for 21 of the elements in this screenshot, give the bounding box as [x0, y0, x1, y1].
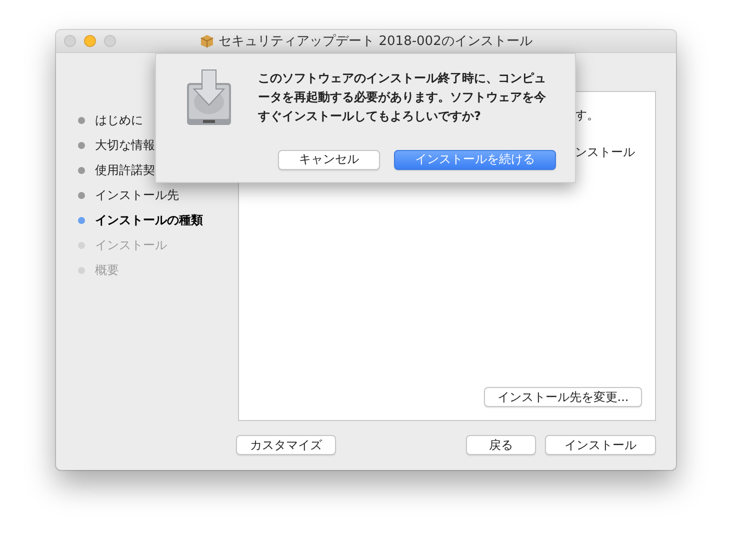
window-title: セキュリティアップデート 2018-002のインストール: [218, 33, 532, 50]
install-button[interactable]: インストール: [545, 435, 656, 455]
step-label: はじめに: [95, 112, 143, 128]
step-label: 大切な情報: [95, 136, 155, 154]
minimize-button[interactable]: [84, 35, 96, 47]
change-location-button[interactable]: インストール先を変更...: [484, 387, 642, 407]
alert-message: このソフトウェアのインストール終了時に、コンピュータを再起動する必要があります。ソフトウェアを今すぐインストールしてもよろしいですか?: [258, 70, 547, 125]
back-button[interactable]: 戻る: [466, 435, 536, 455]
package-icon: [200, 34, 214, 48]
customize-button[interactable]: カスタマイズ: [236, 435, 336, 455]
content-text: ンストール: [575, 144, 635, 161]
drive-download-icon: [186, 69, 232, 127]
content-text: す。: [575, 107, 599, 124]
step-label: インストール先: [95, 186, 179, 204]
step-label: 使用許諾契: [95, 162, 155, 178]
step-label: インストールの種類: [95, 212, 203, 228]
close-button[interactable]: [64, 35, 76, 47]
step-label: インストール: [95, 236, 167, 254]
zoom-button[interactable]: [104, 35, 116, 47]
step-label: 概要: [95, 262, 119, 278]
cancel-button[interactable]: キャンセル: [278, 150, 380, 170]
